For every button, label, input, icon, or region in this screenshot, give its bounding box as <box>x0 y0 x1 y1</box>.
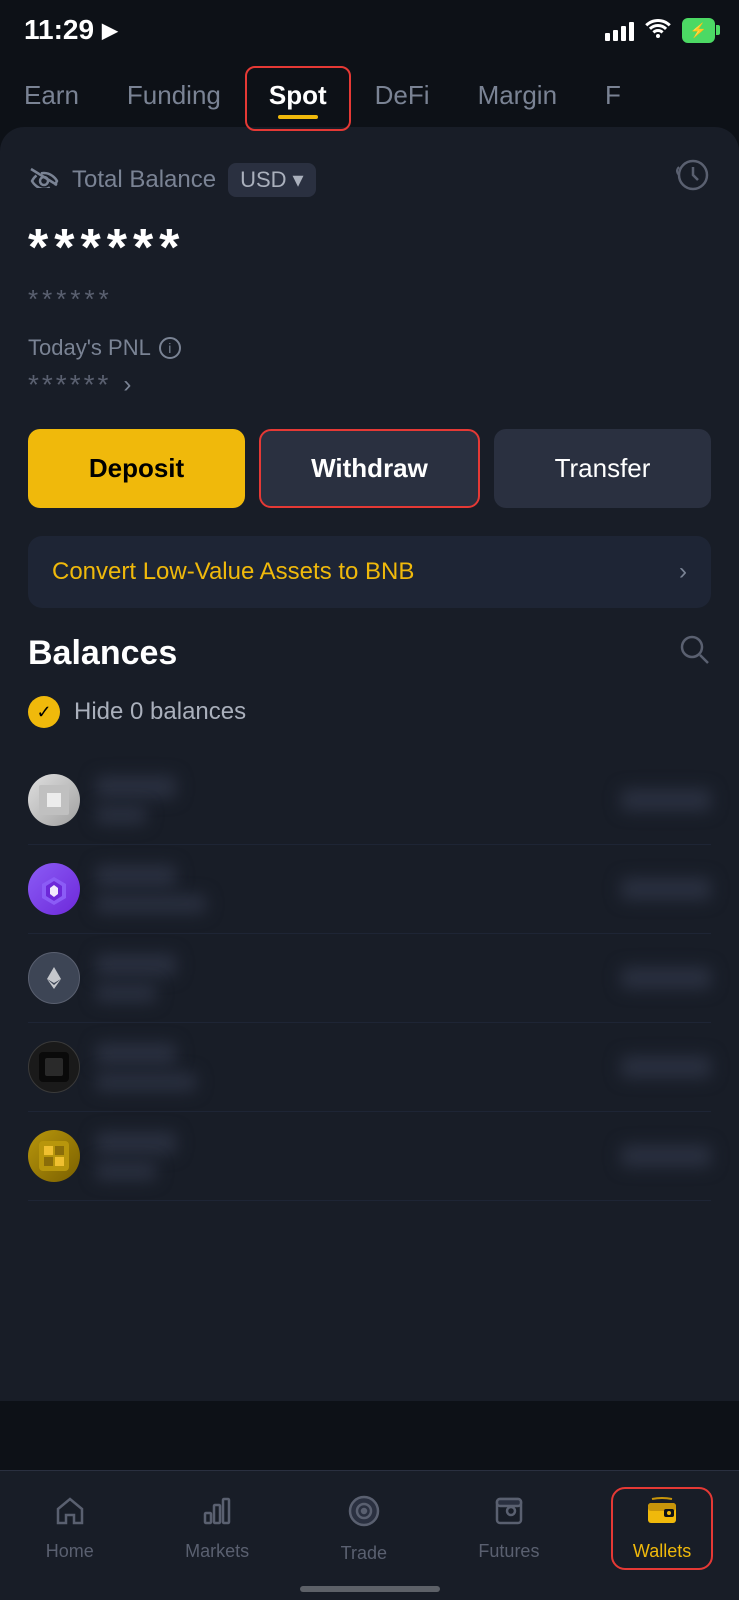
time-display: 11:29 <box>24 14 94 46</box>
nav-markets-label: Markets <box>185 1541 249 1562</box>
coin-icon-btc <box>28 774 80 826</box>
coin-right-other <box>621 1145 711 1167</box>
coin-amount-btc <box>621 789 711 811</box>
tab-funding[interactable]: Funding <box>103 66 245 131</box>
balances-header: Balances <box>28 632 711 674</box>
history-icon[interactable] <box>675 157 711 202</box>
coin-info-eth <box>96 954 176 1002</box>
wifi-icon <box>644 16 672 44</box>
battery-icon: ⚡ <box>682 18 715 43</box>
coin-icon-eth <box>28 952 80 1004</box>
coin-amount-other <box>621 1145 711 1167</box>
coin-right-bnb <box>621 878 711 900</box>
pnl-info-icon[interactable]: i <box>159 337 181 359</box>
balance-row-bnb[interactable] <box>28 845 711 934</box>
home-icon <box>54 1495 86 1535</box>
coin-left-btc <box>28 774 176 826</box>
tab-defi[interactable]: DeFi <box>351 66 454 131</box>
coin-icon-usdt <box>28 1041 80 1093</box>
pnl-arrow[interactable]: › <box>123 371 134 399</box>
hide-zero-label: Hide 0 balances <box>74 698 246 726</box>
hide-zero-toggle[interactable]: ✓ Hide 0 balances <box>28 696 711 728</box>
status-bar: 11:29 ▶ ⚡ <box>0 0 739 56</box>
total-balance-label: Total Balance <box>72 166 216 194</box>
tab-navigation: Earn Funding Spot DeFi Margin F <box>0 56 739 131</box>
status-icons: ⚡ <box>605 16 715 44</box>
coin-subname-bnb <box>96 895 206 913</box>
eye-slash-icon[interactable] <box>28 164 60 195</box>
coin-amount-usdt <box>621 1056 711 1078</box>
balance-row-other[interactable] <box>28 1112 711 1201</box>
action-buttons: Deposit Withdraw Transfer <box>28 429 711 508</box>
nav-trade-label: Trade <box>341 1543 387 1564</box>
coin-name-btc <box>96 776 176 798</box>
coin-name-usdt <box>96 1043 176 1065</box>
convert-arrow-icon: › <box>679 558 687 586</box>
coin-subname-other <box>96 1162 156 1180</box>
coin-icon-bnb <box>28 863 80 915</box>
convert-text: Convert Low-Value Assets to BNB <box>52 558 414 586</box>
coin-amount-eth <box>621 967 711 989</box>
coin-right-btc <box>621 789 711 811</box>
coin-left-other <box>28 1130 176 1182</box>
coin-info-other <box>96 1132 176 1180</box>
coin-subname-usdt <box>96 1073 196 1091</box>
balance-header: Total Balance USD ▾ <box>28 157 711 202</box>
balance-sub: ****** <box>28 284 711 315</box>
balance-row-usdt[interactable] <box>28 1023 711 1112</box>
coin-info-bnb <box>96 865 206 913</box>
balance-label-group: Total Balance USD ▾ <box>28 163 316 197</box>
nav-futures[interactable]: Futures <box>458 1489 559 1568</box>
nav-wallets[interactable]: Wallets <box>611 1487 713 1570</box>
nav-markets[interactable]: Markets <box>165 1489 269 1568</box>
coin-name-other <box>96 1132 176 1154</box>
balance-row-btc[interactable] <box>28 756 711 845</box>
balances-search-icon[interactable] <box>677 632 711 674</box>
coin-left-usdt <box>28 1041 196 1093</box>
hide-zero-check: ✓ <box>28 696 60 728</box>
coin-name-eth <box>96 954 176 976</box>
pnl-value: ****** › <box>28 369 711 401</box>
futures-icon <box>493 1495 525 1535</box>
withdraw-button[interactable]: Withdraw <box>259 429 480 508</box>
coin-subname-eth <box>96 984 156 1002</box>
status-time: 11:29 ▶ <box>24 14 117 46</box>
pnl-section: Today's PNL i ****** › <box>28 335 711 401</box>
tab-earn[interactable]: Earn <box>0 66 103 131</box>
deposit-button[interactable]: Deposit <box>28 429 245 508</box>
home-indicator <box>300 1586 440 1592</box>
pnl-label: Today's PNL i <box>28 335 711 361</box>
location-icon: ▶ <box>102 18 117 43</box>
tab-spot[interactable]: Spot <box>245 66 351 131</box>
balance-row-eth[interactable] <box>28 934 711 1023</box>
coin-left-eth <box>28 952 176 1004</box>
main-content: Total Balance USD ▾ ****** ****** Today'… <box>0 127 739 1401</box>
balances-title: Balances <box>28 634 177 673</box>
balance-stars: ****** <box>28 218 711 278</box>
coin-right-usdt <box>621 1056 711 1078</box>
nav-futures-label: Futures <box>478 1541 539 1562</box>
coin-left-bnb <box>28 863 206 915</box>
coin-info-btc <box>96 776 176 824</box>
coin-info-usdt <box>96 1043 196 1091</box>
signal-bars-icon <box>605 19 634 41</box>
nav-trade[interactable]: Trade <box>321 1487 407 1570</box>
coin-subname-btc <box>96 806 146 824</box>
coin-icon-other <box>28 1130 80 1182</box>
coin-right-eth <box>621 967 711 989</box>
markets-icon <box>201 1495 233 1535</box>
wallets-icon <box>646 1495 678 1535</box>
currency-badge[interactable]: USD ▾ <box>228 163 316 197</box>
coin-amount-bnb <box>621 878 711 900</box>
nav-home[interactable]: Home <box>26 1489 114 1568</box>
nav-wallets-label: Wallets <box>633 1541 691 1562</box>
nav-home-label: Home <box>46 1541 94 1562</box>
trade-icon <box>346 1493 382 1537</box>
tab-margin[interactable]: Margin <box>454 66 581 131</box>
bottom-navigation: Home Markets Trade <box>0 1470 739 1600</box>
transfer-button[interactable]: Transfer <box>494 429 711 508</box>
coin-name-bnb <box>96 865 176 887</box>
tab-f[interactable]: F <box>581 66 645 131</box>
convert-banner[interactable]: Convert Low-Value Assets to BNB › <box>28 536 711 608</box>
